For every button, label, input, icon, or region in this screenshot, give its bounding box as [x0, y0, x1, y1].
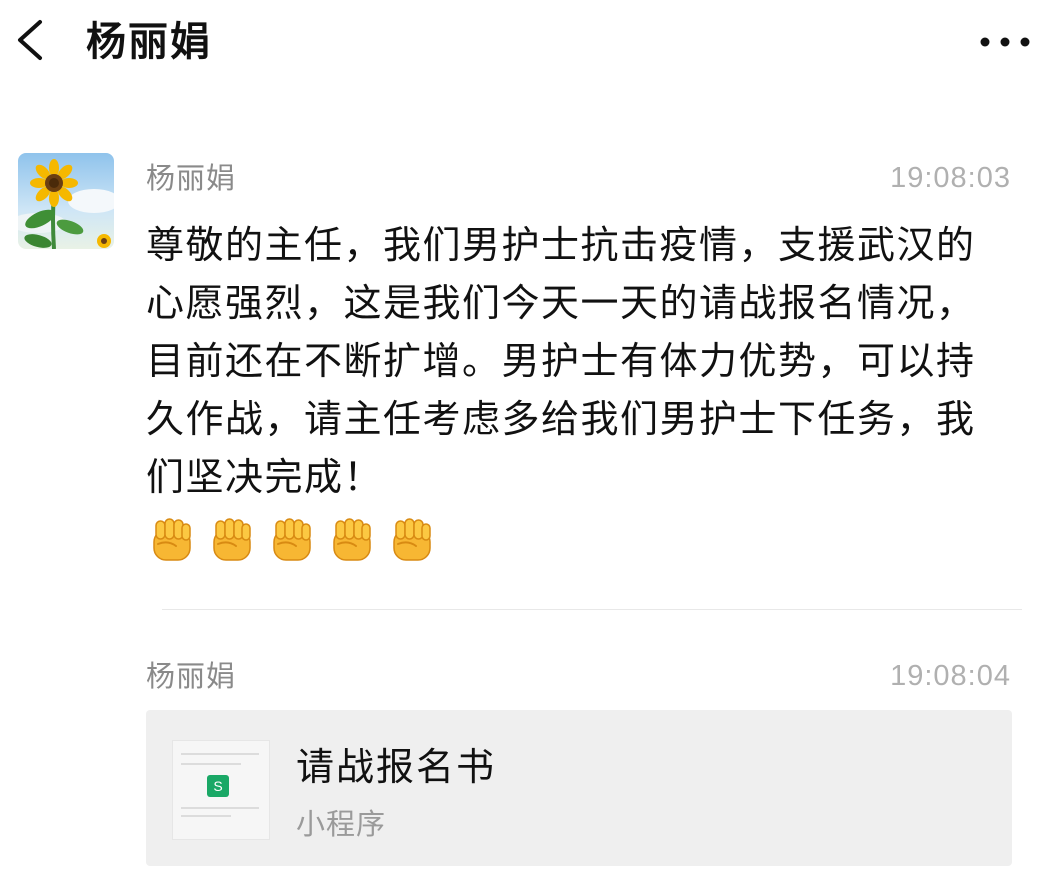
fist-emoji-icon — [213, 518, 251, 561]
more-button[interactable] — [973, 22, 1037, 62]
back-button[interactable] — [12, 18, 56, 62]
message-timestamp: 19:08:04 — [890, 660, 1011, 692]
fist-emoji-icon — [333, 518, 371, 561]
fist-emoji-icon — [273, 518, 311, 561]
chat-title: 杨丽娟 — [86, 19, 212, 65]
chevron-left-icon — [18, 20, 42, 60]
mini-program-thumbnail: S — [172, 740, 270, 840]
thumbnail-line — [181, 807, 259, 809]
fist-emoji-icon — [393, 518, 431, 561]
thumbnail-line — [181, 763, 241, 765]
thumbnail-line — [181, 753, 259, 755]
sender-name: 杨丽娟 — [146, 659, 237, 693]
message-timestamp: 19:08:03 — [890, 162, 1011, 194]
sunflower-avatar-image — [18, 153, 114, 249]
sender-name: 杨丽娟 — [146, 161, 237, 195]
mini-program-card[interactable]: S 请战报名书 小程序 — [146, 710, 1012, 866]
mini-program-logo-icon: S — [207, 775, 229, 797]
message-text: 尊敬的主任，我们男护士抗击疫情，支援武汉的心愿强烈，这是我们今天一天的请战报名情… — [146, 223, 976, 499]
avatar[interactable] — [18, 153, 114, 249]
chat-header: 杨丽娟 — [0, 0, 1055, 88]
more-dots-icon — [980, 37, 1030, 47]
card-subtitle: 小程序 — [296, 807, 387, 841]
message-divider — [162, 609, 1022, 610]
thumbnail-line — [181, 815, 231, 817]
emoji-row — [146, 514, 438, 570]
fist-emoji-icon — [153, 518, 191, 561]
card-title: 请战报名书 — [296, 745, 497, 789]
